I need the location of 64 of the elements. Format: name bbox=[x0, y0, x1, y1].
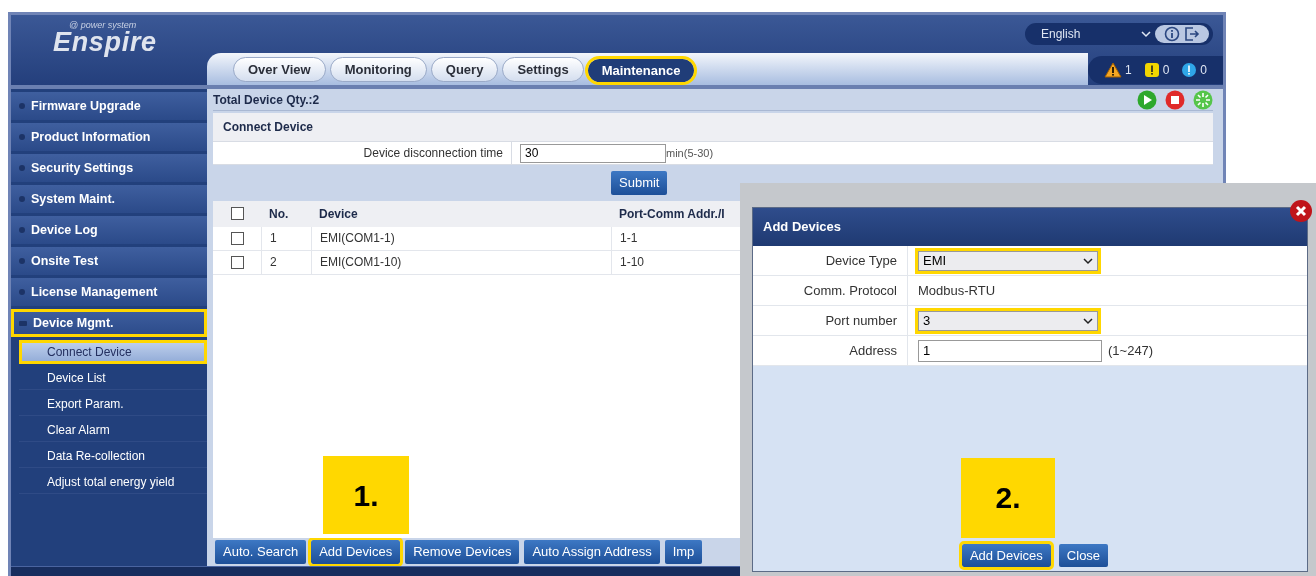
exclamation-circle-icon bbox=[1181, 62, 1198, 78]
submit-button[interactable]: Submit bbox=[611, 171, 668, 195]
dialog-title: Add Devices bbox=[753, 208, 1307, 246]
field-label: Comm. Protocol bbox=[802, 281, 898, 300]
table-cell: 2 bbox=[261, 250, 311, 274]
stop-icon[interactable] bbox=[1165, 89, 1185, 110]
range-hint: (1~247) bbox=[1108, 341, 1154, 360]
field-label: Device Type bbox=[824, 251, 898, 270]
sidebar-item[interactable]: System Maint. bbox=[11, 185, 207, 213]
step-marker: 2. bbox=[961, 457, 1055, 538]
action-button[interactable]: Remove Devices bbox=[405, 540, 520, 564]
logout-icon[interactable] bbox=[1183, 26, 1201, 42]
sidebar-item[interactable]: Onsite Test bbox=[11, 247, 207, 275]
table-cell: EMI(COM1-10) bbox=[311, 250, 611, 274]
sidebar-item[interactable]: Device Mgmt. bbox=[11, 309, 207, 337]
device-count: Total Device Qty.:2 bbox=[213, 91, 320, 109]
select-field[interactable]: 3 bbox=[918, 310, 1098, 331]
dialog-button[interactable]: Add Devices bbox=[961, 543, 1051, 567]
nav-tab[interactable]: Over View bbox=[233, 56, 326, 82]
chevron-down-icon bbox=[1083, 256, 1093, 265]
checkbox[interactable] bbox=[230, 255, 244, 269]
action-button[interactable]: Add Devices bbox=[311, 540, 401, 564]
dialog-button[interactable]: Close bbox=[1058, 543, 1109, 567]
alarm-count: 1 bbox=[1124, 62, 1132, 79]
step-marker: 1. bbox=[323, 456, 409, 534]
nav-tab[interactable]: Monitoring bbox=[329, 56, 427, 82]
warning-triangle-icon bbox=[1103, 62, 1122, 78]
nav-tab[interactable]: Query bbox=[430, 56, 499, 82]
checkbox[interactable] bbox=[230, 231, 244, 245]
table-cell: 1 bbox=[261, 226, 311, 250]
column-header: Port-Comm Addr./I bbox=[618, 205, 726, 223]
chevron-down-icon bbox=[1083, 316, 1093, 325]
nav-tab[interactable]: Settings bbox=[502, 56, 584, 82]
address-input[interactable]: 1 bbox=[918, 339, 1102, 362]
logo: Enspire @ power system bbox=[53, 23, 157, 56]
info-icon[interactable] bbox=[1163, 26, 1181, 42]
sidebar-item[interactable]: Firmware Upgrade bbox=[11, 92, 207, 120]
sidebar-item[interactable]: Product Information bbox=[11, 123, 207, 151]
nav-tab[interactable]: Maintenance bbox=[587, 58, 695, 82]
alarm-count: 0 bbox=[1162, 62, 1170, 79]
field-label: Port number bbox=[824, 311, 898, 330]
select-field[interactable]: EMI bbox=[918, 250, 1098, 271]
checkbox[interactable] bbox=[230, 207, 244, 220]
close-icon[interactable] bbox=[1289, 199, 1313, 223]
range-hint: min(5-30) bbox=[666, 145, 714, 161]
exclamation-square-icon bbox=[1143, 62, 1160, 78]
sidebar-subitem[interactable]: Connect Device bbox=[19, 340, 207, 364]
sidebar-item[interactable]: Device Log bbox=[11, 216, 207, 244]
field-label: Address bbox=[848, 341, 898, 360]
sidebar-item[interactable]: Security Settings bbox=[11, 154, 207, 182]
protocol-value: Modbus-RTU bbox=[918, 281, 996, 300]
action-button[interactable]: Imp bbox=[664, 540, 703, 564]
chevron-down-icon bbox=[1141, 30, 1151, 38]
disconnection-time-input[interactable]: 30 bbox=[520, 143, 666, 163]
section-title: Connect Device bbox=[222, 119, 315, 136]
table-cell: EMI(COM1-1) bbox=[311, 226, 611, 250]
column-header: No. bbox=[268, 205, 290, 223]
start-icon[interactable] bbox=[1137, 89, 1157, 110]
column-header: Device bbox=[318, 205, 359, 223]
alarm-count: 0 bbox=[1200, 62, 1207, 79]
action-button[interactable]: Auto. Search bbox=[215, 540, 307, 564]
action-button[interactable]: Auto Assign Address bbox=[524, 540, 660, 564]
field-label: Device disconnection time bbox=[362, 145, 504, 162]
sidebar-item[interactable]: License Management bbox=[11, 278, 207, 306]
